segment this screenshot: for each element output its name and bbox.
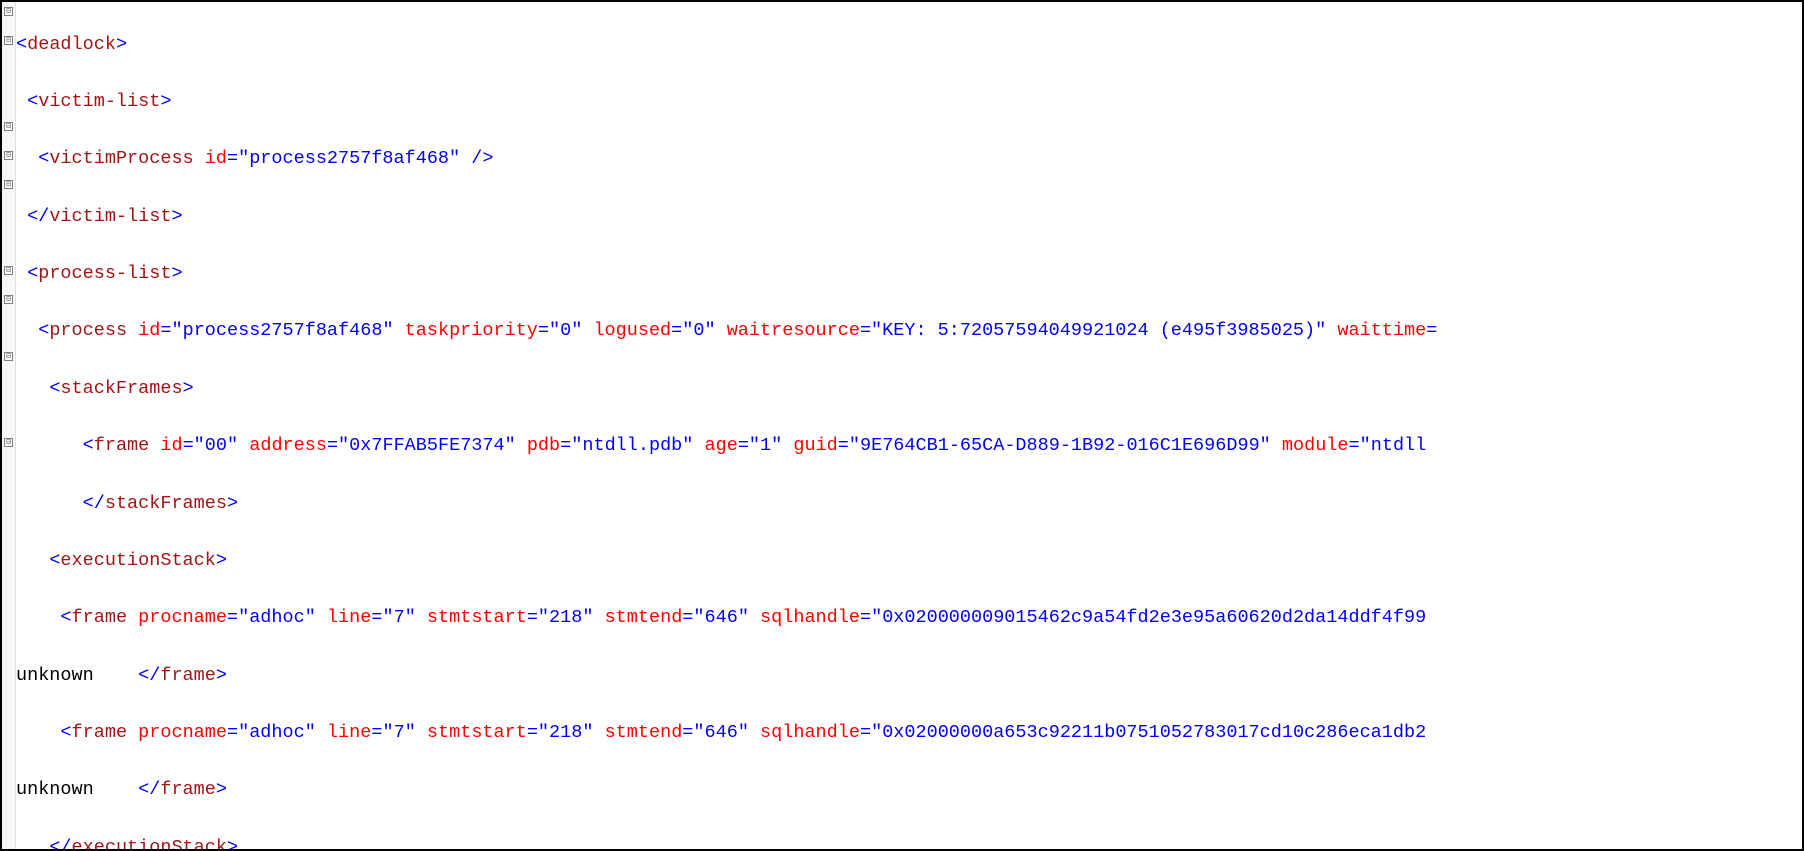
xml-line[interactable]: <process id="process2757f8af468" taskpri… [16, 317, 1802, 346]
fold-toggle[interactable]: ⊟ [4, 36, 13, 45]
xml-line[interactable]: </victim-list> [16, 203, 1802, 232]
xml-line[interactable]: <victim-list> [16, 88, 1802, 117]
xml-line[interactable]: </stackFrames> [16, 490, 1802, 519]
fold-toggle[interactable]: ⊟ [4, 7, 13, 16]
fold-toggle[interactable]: ⊟ [4, 295, 13, 304]
xml-line[interactable]: <process-list> [16, 260, 1802, 289]
xml-line[interactable]: <stackFrames> [16, 375, 1802, 404]
xml-line[interactable]: unknown </frame> [16, 662, 1802, 691]
xml-line[interactable]: <deadlock> [16, 31, 1802, 60]
xml-line[interactable]: </executionStack> [16, 834, 1802, 851]
xml-line[interactable]: unknown </frame> [16, 776, 1802, 805]
fold-toggle[interactable]: ⊟ [4, 180, 13, 189]
xml-line[interactable]: <victimProcess id="process2757f8af468" /… [16, 145, 1802, 174]
xml-line[interactable]: <frame id="00" address="0x7FFAB5FE7374" … [16, 432, 1802, 461]
xml-editor[interactable]: ⊟ ⊟ ⊟ ⊟ ⊟ ⊟ ⊟ ⊟ ⊟ <deadlock> <victim-lis… [0, 0, 1804, 851]
folding-gutter: ⊟ ⊟ ⊟ ⊟ ⊟ ⊟ ⊟ ⊟ ⊟ [2, 2, 16, 849]
fold-toggle[interactable]: ⊟ [4, 438, 13, 447]
fold-toggle[interactable]: ⊟ [4, 151, 13, 160]
fold-toggle[interactable]: ⊟ [4, 352, 13, 361]
xml-line[interactable]: <frame procname="adhoc" line="7" stmtsta… [16, 719, 1802, 748]
xml-line[interactable]: <frame procname="adhoc" line="7" stmtsta… [16, 604, 1802, 633]
fold-toggle[interactable]: ⊟ [4, 122, 13, 131]
xml-line[interactable]: <executionStack> [16, 547, 1802, 576]
fold-toggle[interactable]: ⊟ [4, 266, 13, 275]
code-area[interactable]: <deadlock> <victim-list> <victimProcess … [2, 2, 1802, 851]
